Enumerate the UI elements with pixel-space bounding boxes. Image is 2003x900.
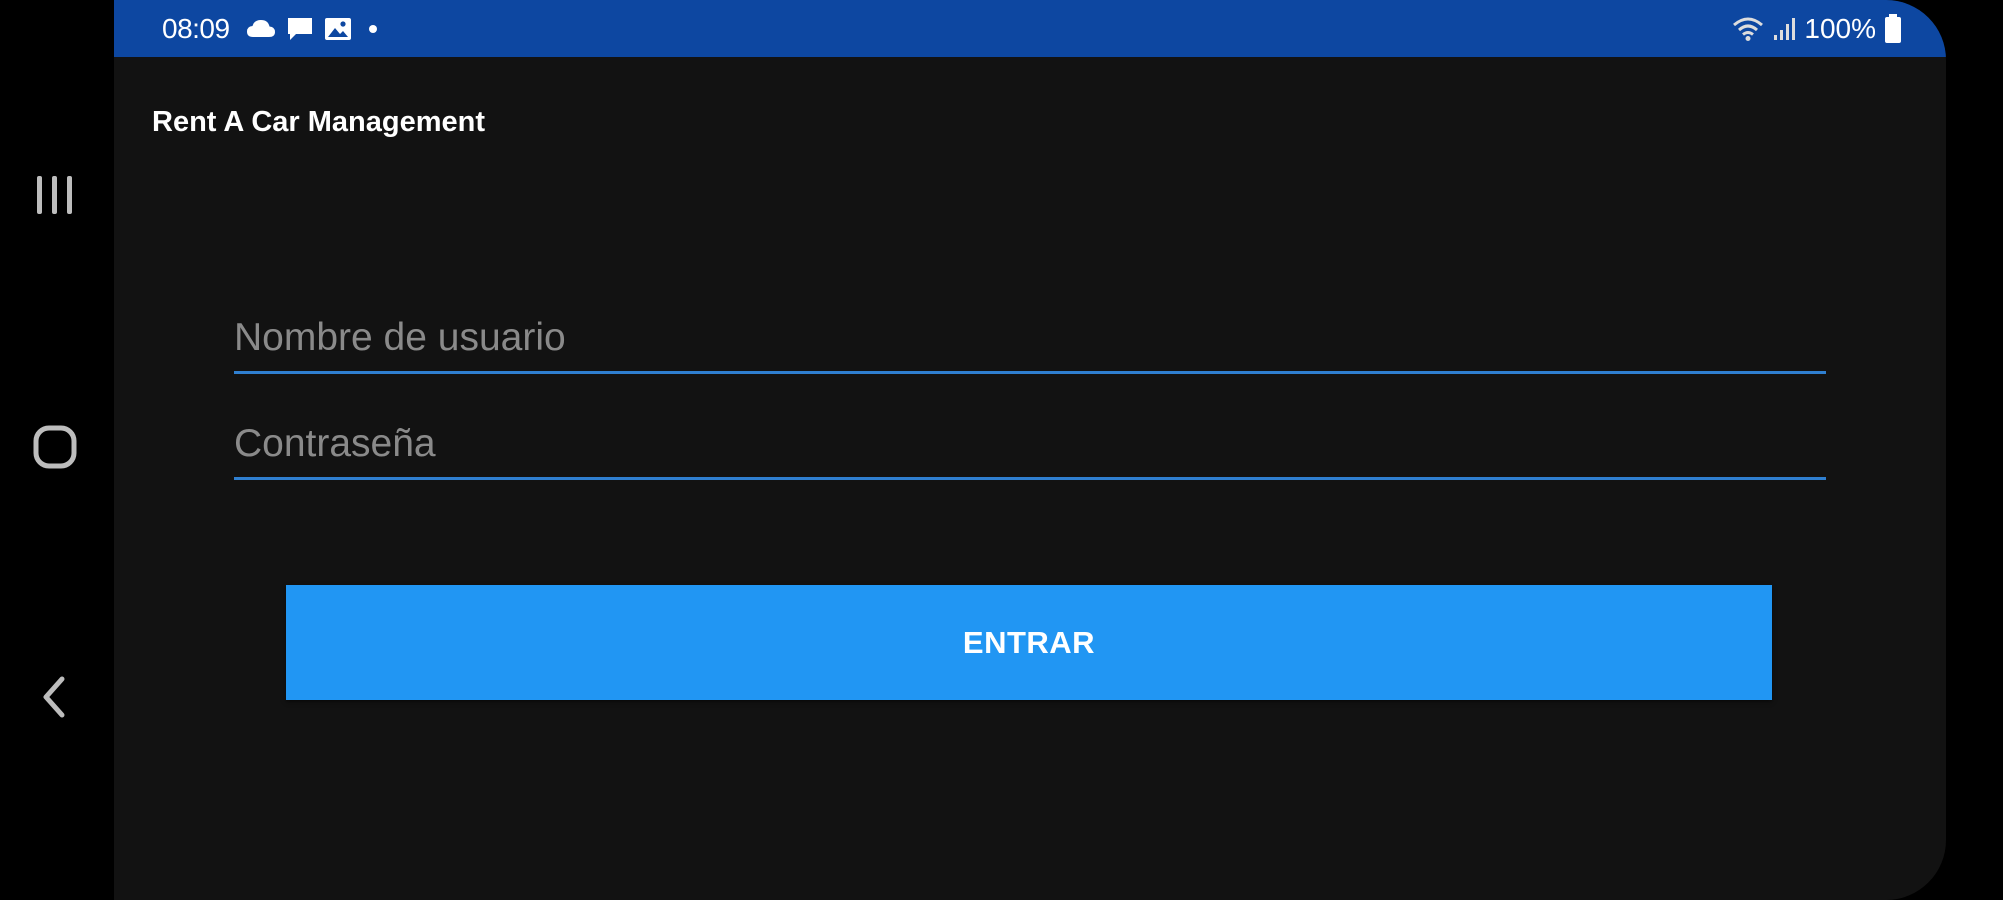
battery-percent: 100%: [1804, 12, 1876, 44]
username-input[interactable]: [234, 305, 1826, 371]
back-button[interactable]: [0, 652, 110, 742]
username-field: [234, 305, 1826, 374]
status-bar: 08:09 100%: [114, 0, 1946, 57]
recent-apps-button[interactable]: [0, 150, 110, 240]
dot-icon: [362, 19, 384, 39]
message-icon: [286, 16, 314, 42]
cloud-icon: [246, 19, 276, 39]
app-title: Rent A Car Management: [152, 106, 486, 138]
home-icon: [32, 424, 78, 470]
navigation-bar: [0, 0, 114, 900]
login-button[interactable]: ENTRAR: [286, 585, 1772, 700]
home-button[interactable]: [0, 402, 110, 492]
signal-icon: [1772, 16, 1796, 42]
recent-apps-icon: [33, 174, 77, 216]
status-time: 08:09: [162, 12, 230, 44]
password-field: [234, 411, 1826, 480]
back-icon: [40, 675, 70, 719]
wifi-icon: [1732, 16, 1764, 42]
password-input[interactable]: [234, 411, 1826, 477]
image-icon: [324, 16, 352, 42]
battery-icon: [1884, 13, 1902, 44]
app-screen: 08:09 100% Rent A Car Management Nombre …: [114, 0, 1946, 900]
